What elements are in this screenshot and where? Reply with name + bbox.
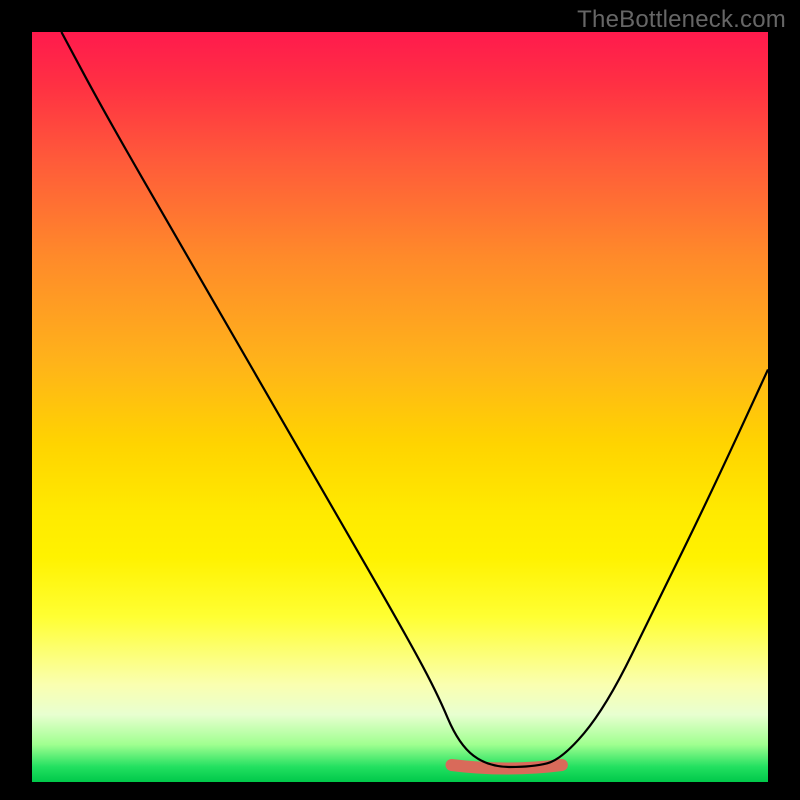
watermark-text: TheBottleneck.com xyxy=(577,6,786,34)
curve-line xyxy=(61,32,768,767)
chart-area xyxy=(32,32,768,782)
chart-svg xyxy=(32,32,768,782)
